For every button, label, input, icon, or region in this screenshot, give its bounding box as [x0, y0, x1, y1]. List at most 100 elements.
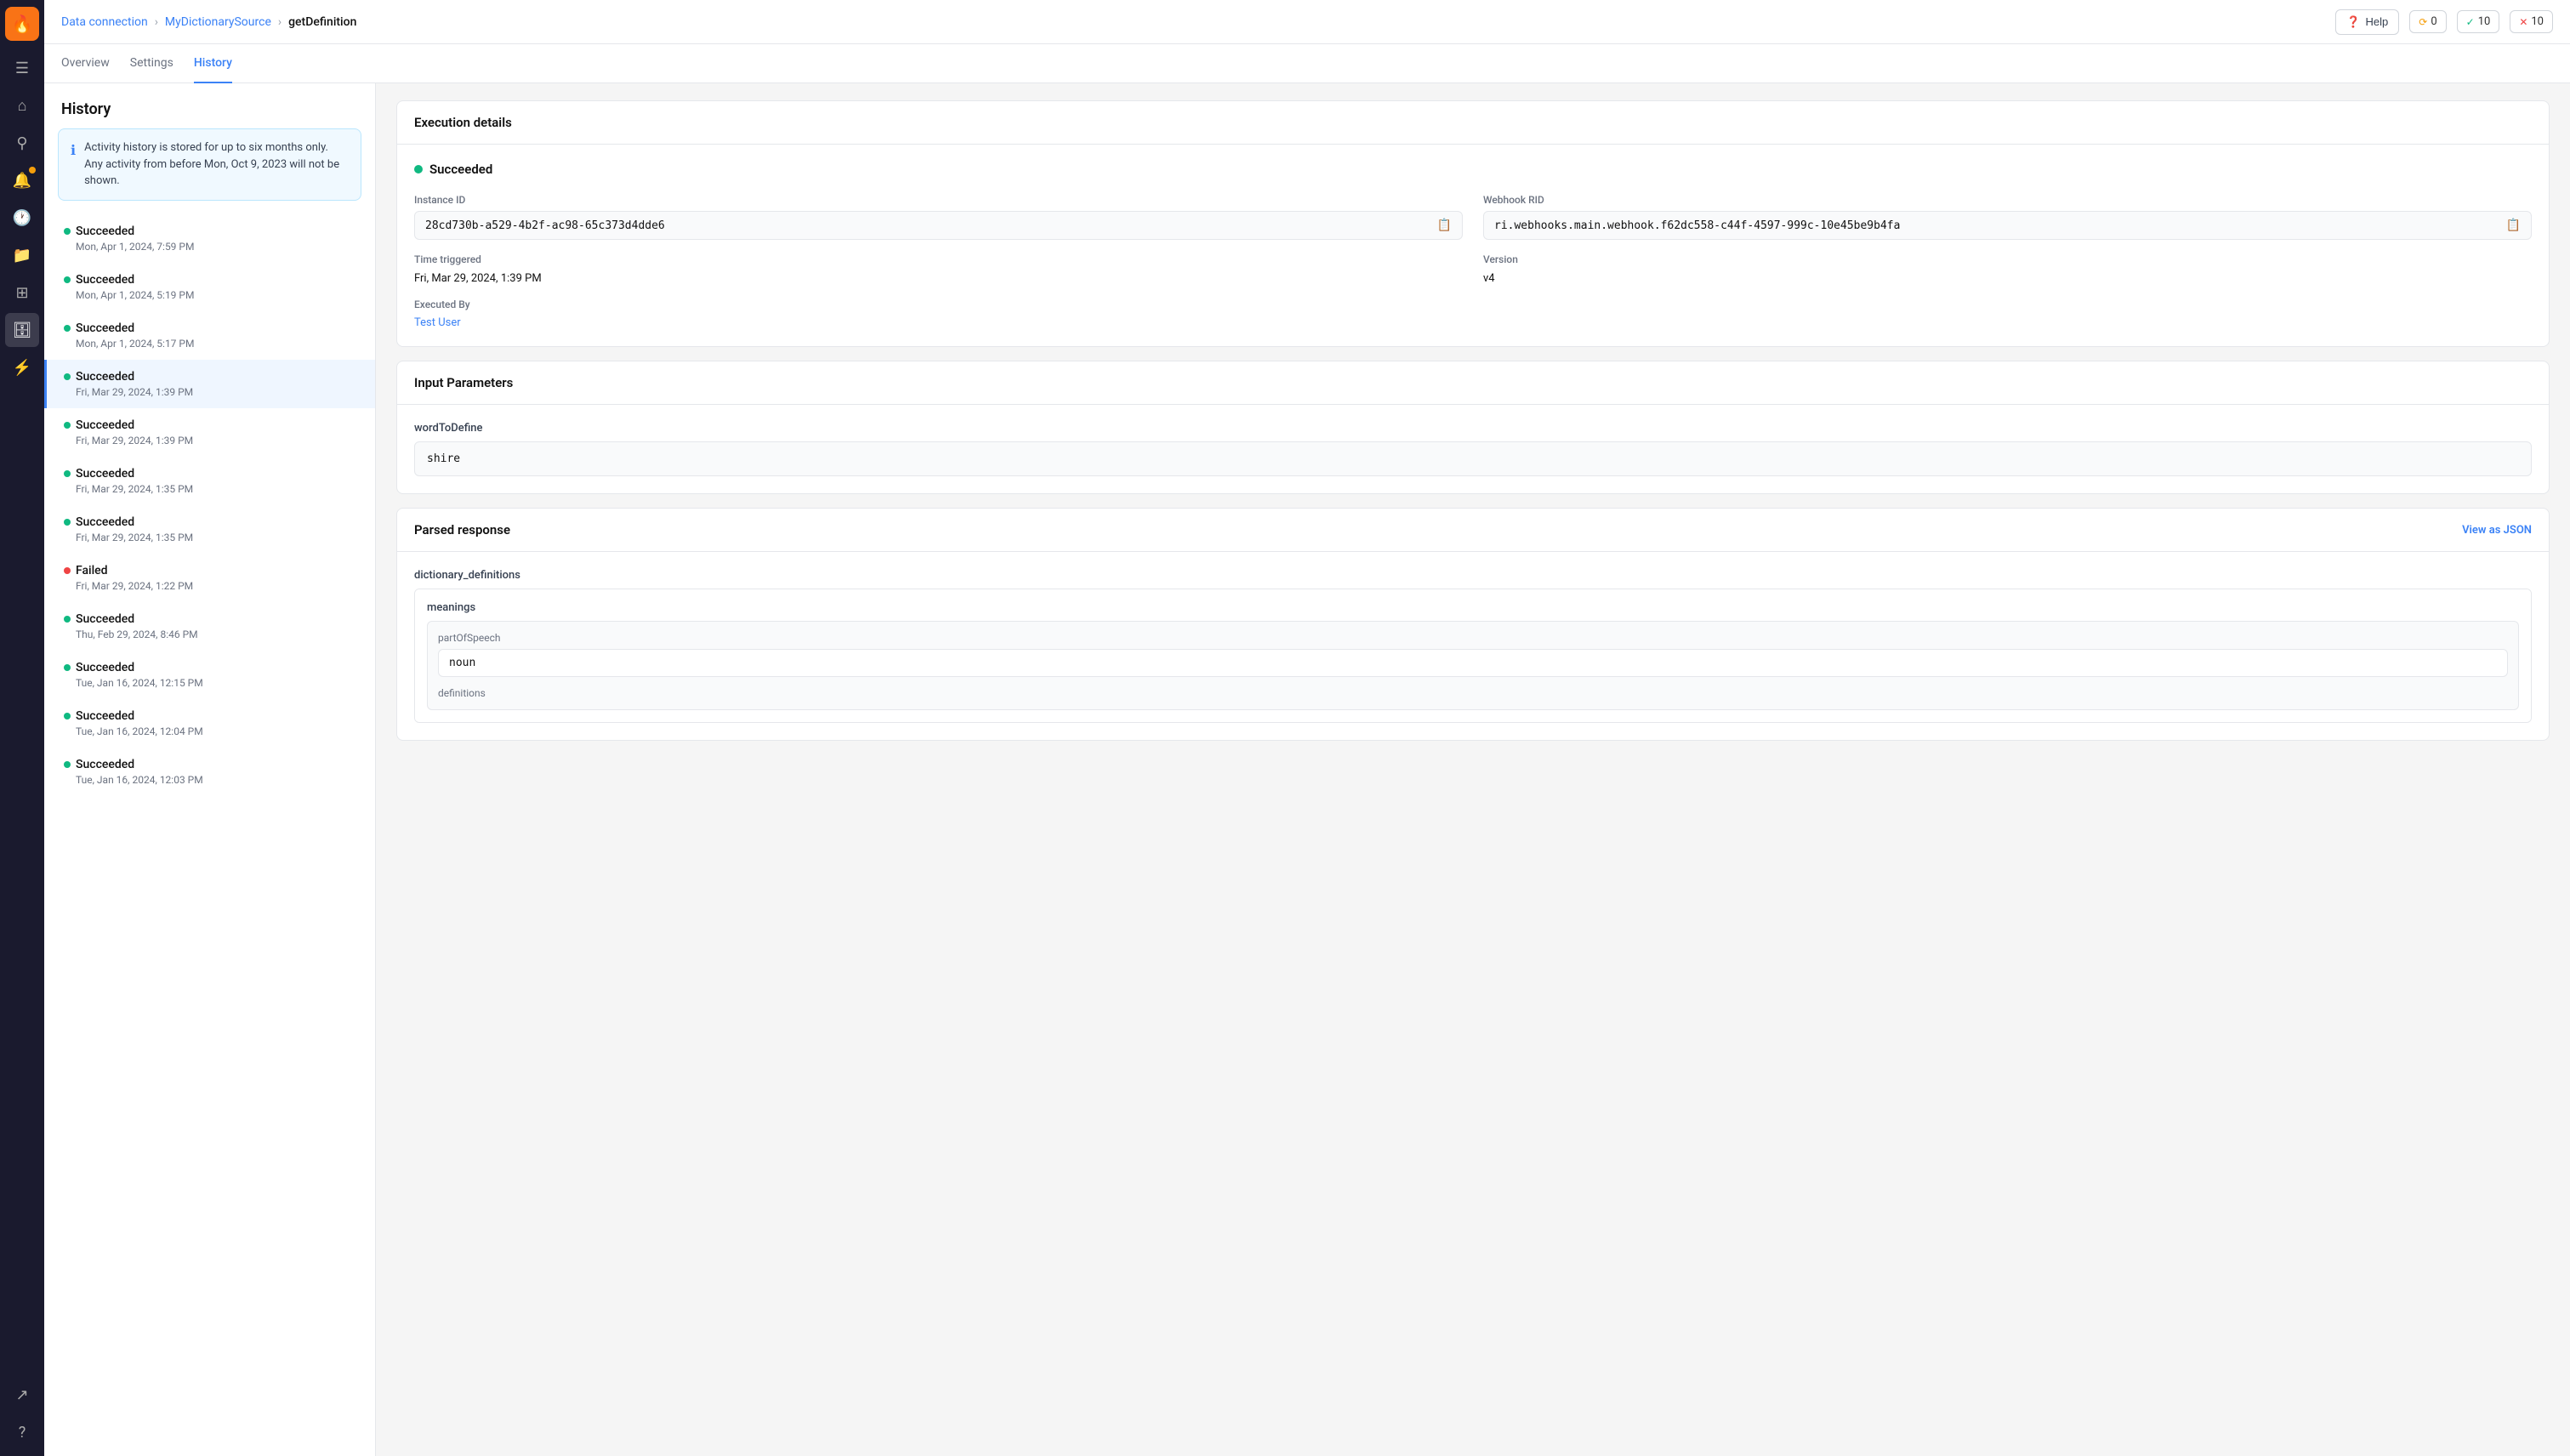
webhook-rid-value: ri.webhooks.main.webhook.f62dc558-c44f-4…	[1494, 219, 1900, 232]
webhook-rid-label: Webhook RID	[1483, 194, 2532, 206]
exec-status-dot	[414, 165, 423, 173]
sidebar-search-btn[interactable]: ⚲	[5, 126, 39, 160]
sidebar-transform-btn[interactable]: ⚡	[5, 350, 39, 384]
topbar-actions: ❓ Help ⟳ 0 ✓ 10 ✕ 10	[2335, 9, 2553, 35]
instance-id-copy-btn[interactable]: 📋	[1437, 219, 1452, 232]
response-deep-nested: partOfSpeech noun definitions	[427, 621, 2519, 710]
executed-by-value[interactable]: Test User	[414, 316, 461, 329]
history-item[interactable]: Succeeded Tue, Jan 16, 2024, 12:03 PM	[44, 748, 375, 796]
help-icon: ❓	[2346, 15, 2360, 29]
time-triggered-field: Time triggered Fri, Mar 29, 2024, 1:39 P…	[414, 253, 1463, 285]
history-item[interactable]: Succeeded Tue, Jan 16, 2024, 12:04 PM	[44, 699, 375, 748]
executed-by-field: Executed By Test User	[414, 299, 1463, 329]
error-chip: ✕ 10	[2510, 10, 2553, 33]
timestamp: Fri, Mar 29, 2024, 1:35 PM	[64, 483, 358, 495]
response-nested-meanings: meanings partOfSpeech noun definitions	[414, 589, 2532, 723]
history-item[interactable]: Failed Fri, Mar 29, 2024, 1:22 PM	[44, 554, 375, 602]
webhook-rid-copy-btn[interactable]: 📋	[2506, 219, 2521, 232]
version-value: v4	[1483, 270, 2532, 285]
history-item[interactable]: Succeeded Mon, Apr 1, 2024, 5:19 PM	[44, 263, 375, 311]
input-parameters-title: Input Parameters	[414, 375, 513, 390]
detail-grid: Instance ID 28cd730b-a529-4b2f-ac98-65c3…	[414, 194, 2532, 329]
status-dot	[64, 422, 71, 429]
tab-overview[interactable]: Overview	[61, 44, 110, 83]
input-parameters-card: Input Parameters wordToDefine shire	[396, 361, 2550, 494]
status-text: Succeeded	[76, 661, 134, 674]
view-json-link[interactable]: View as JSON	[2462, 524, 2532, 537]
status-dot	[64, 325, 71, 332]
timestamp: Tue, Jan 16, 2024, 12:03 PM	[64, 774, 358, 786]
warn-count: 0	[2431, 15, 2436, 28]
status-text: Succeeded	[76, 612, 134, 626]
timestamp: Tue, Jan 16, 2024, 12:04 PM	[64, 725, 358, 737]
content-area: Overview Settings History History ℹ Acti…	[44, 44, 2570, 1456]
error-dot: ✕	[2519, 16, 2527, 28]
sidebar-help-bottom-btn[interactable]: ?	[5, 1415, 39, 1449]
timestamp: Mon, Apr 1, 2024, 5:19 PM	[64, 289, 358, 301]
parsed-response-card: Parsed response View as JSON dictionary_…	[396, 508, 2550, 741]
timestamp: Fri, Mar 29, 2024, 1:39 PM	[64, 435, 358, 446]
timestamp: Thu, Feb 29, 2024, 8:46 PM	[64, 628, 358, 640]
status-text: Succeeded	[76, 370, 134, 384]
parsed-response-title: Parsed response	[414, 522, 510, 537]
status-dot	[64, 567, 71, 574]
error-count: 10	[2531, 15, 2544, 28]
main-wrapper: Data connection › MyDictionarySource › g…	[44, 0, 2570, 1456]
topbar: Data connection › MyDictionarySource › g…	[44, 0, 2570, 44]
tab-settings[interactable]: Settings	[130, 44, 173, 83]
status-text: Succeeded	[76, 273, 134, 287]
status-text: Succeeded	[76, 515, 134, 529]
history-pane-title: History	[44, 83, 375, 128]
time-triggered-value: Fri, Mar 29, 2024, 1:39 PM	[414, 270, 1463, 285]
help-button[interactable]: ❓ Help	[2335, 9, 2399, 35]
timestamp: Fri, Mar 29, 2024, 1:35 PM	[64, 532, 358, 543]
input-parameters-header: Input Parameters	[397, 361, 2549, 405]
breadcrumb-part1[interactable]: Data connection	[61, 15, 148, 29]
sidebar-menu-btn[interactable]: ☰	[5, 51, 39, 85]
info-icon: ℹ	[71, 140, 76, 190]
sidebar-history-btn[interactable]: 🕐	[5, 201, 39, 235]
instance-id-label: Instance ID	[414, 194, 1463, 206]
status-text: Succeeded	[76, 467, 134, 481]
history-pane: History ℹ Activity history is stored for…	[44, 83, 376, 1456]
history-item[interactable]: Succeeded Fri, Mar 29, 2024, 1:35 PM	[44, 505, 375, 554]
status-dot	[64, 470, 71, 477]
timestamp: Mon, Apr 1, 2024, 5:17 PM	[64, 338, 358, 350]
history-item[interactable]: Succeeded Fri, Mar 29, 2024, 1:39 PM	[44, 360, 375, 408]
tabs-bar: Overview Settings History	[44, 44, 2570, 83]
exec-status-label: Succeeded	[429, 162, 492, 177]
two-pane: History ℹ Activity history is stored for…	[44, 83, 2570, 1456]
part-of-speech-value: noun	[438, 649, 2508, 677]
history-item[interactable]: Succeeded Mon, Apr 1, 2024, 5:17 PM	[44, 311, 375, 360]
breadcrumb-part2[interactable]: MyDictionarySource	[165, 15, 271, 29]
history-item[interactable]: Succeeded Fri, Mar 29, 2024, 1:39 PM	[44, 408, 375, 457]
history-item[interactable]: Succeeded Mon, Apr 1, 2024, 7:59 PM	[44, 214, 375, 263]
meanings-key: meanings	[427, 601, 2519, 614]
execution-details-header: Execution details	[397, 101, 2549, 145]
sidebar-folder-btn[interactable]: 📁	[5, 238, 39, 272]
status-text: Succeeded	[76, 758, 134, 771]
timestamp: Tue, Jan 16, 2024, 12:15 PM	[64, 677, 358, 689]
execution-details-card: Execution details Succeeded Instance ID …	[396, 100, 2550, 347]
history-item[interactable]: Succeeded Tue, Jan 16, 2024, 12:15 PM	[44, 651, 375, 699]
status-dot	[64, 664, 71, 671]
param-value: shire	[414, 441, 2532, 476]
history-item[interactable]: Succeeded Fri, Mar 29, 2024, 1:35 PM	[44, 457, 375, 505]
sidebar-home-btn[interactable]: ⌂	[5, 88, 39, 122]
tab-history[interactable]: History	[194, 44, 232, 83]
sidebar-external-btn[interactable]: ↗	[5, 1378, 39, 1412]
sidebar-data-btn[interactable]: 🗄	[5, 313, 39, 347]
timestamp: Fri, Mar 29, 2024, 1:22 PM	[64, 580, 358, 592]
success-dot: ✓	[2466, 16, 2475, 28]
sidebar-grid-btn[interactable]: ⊞	[5, 276, 39, 310]
parsed-response-header: Parsed response View as JSON	[397, 509, 2549, 552]
status-text: Succeeded	[76, 709, 134, 723]
sidebar-bell-btn[interactable]: 🔔	[5, 163, 39, 197]
time-triggered-label: Time triggered	[414, 253, 1463, 265]
help-label: Help	[2366, 15, 2389, 28]
history-item[interactable]: Succeeded Thu, Feb 29, 2024, 8:46 PM	[44, 602, 375, 651]
executed-by-label: Executed By	[414, 299, 1463, 310]
warn-chip: ⟳ 0	[2409, 10, 2446, 33]
warn-dot: ⟳	[2419, 16, 2427, 28]
version-field: Version v4	[1483, 253, 2532, 285]
